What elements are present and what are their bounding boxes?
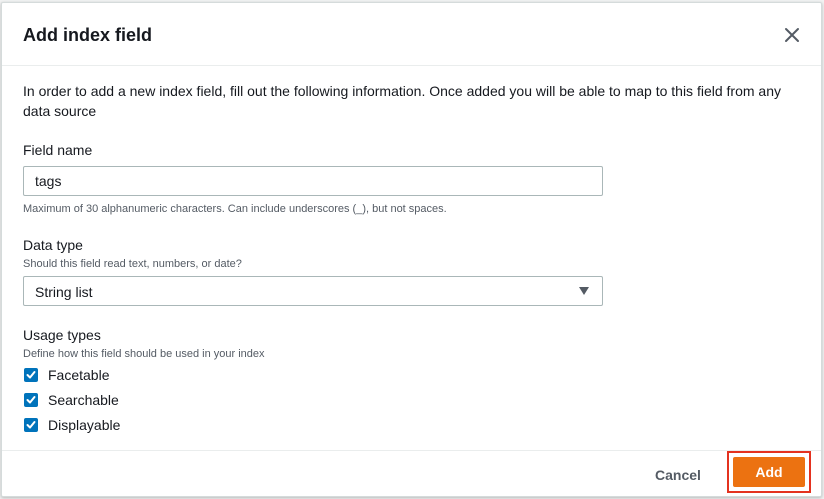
field-name-input[interactable]: [23, 166, 603, 196]
modal-footer: Cancel Add: [2, 450, 821, 498]
close-button[interactable]: [782, 25, 802, 45]
field-name-label: Field name: [23, 142, 93, 158]
data-type-label: Data type: [23, 237, 83, 253]
caret-down-icon: [579, 287, 589, 295]
check-icon: [26, 371, 36, 379]
data-type-description: Should this field read text, numbers, or…: [23, 258, 242, 270]
add-index-field-modal: Add index field In order to add a new in…: [1, 2, 822, 497]
data-type-select[interactable]: String list: [23, 276, 603, 306]
check-icon: [26, 396, 36, 404]
facetable-checkbox[interactable]: [24, 368, 38, 382]
facetable-label: Facetable: [48, 367, 110, 383]
usage-types-description: Define how this field should be used in …: [23, 348, 265, 360]
modal-header: Add index field: [2, 3, 821, 66]
close-icon: [785, 28, 799, 42]
check-icon: [26, 421, 36, 429]
field-name-hint: Maximum of 30 alphanumeric characters. C…: [23, 203, 447, 215]
intro-text: In order to add a new index field, fill …: [23, 83, 781, 119]
usage-types-label: Usage types: [23, 327, 101, 343]
searchable-label: Searchable: [48, 392, 119, 408]
displayable-checkbox[interactable]: [24, 418, 38, 432]
searchable-checkbox[interactable]: [24, 393, 38, 407]
modal-title: Add index field: [23, 25, 153, 45]
data-type-selected-value: String list: [35, 284, 93, 300]
displayable-label: Displayable: [48, 417, 121, 433]
cancel-button[interactable]: Cancel: [642, 463, 714, 487]
add-button[interactable]: Add: [733, 457, 805, 487]
